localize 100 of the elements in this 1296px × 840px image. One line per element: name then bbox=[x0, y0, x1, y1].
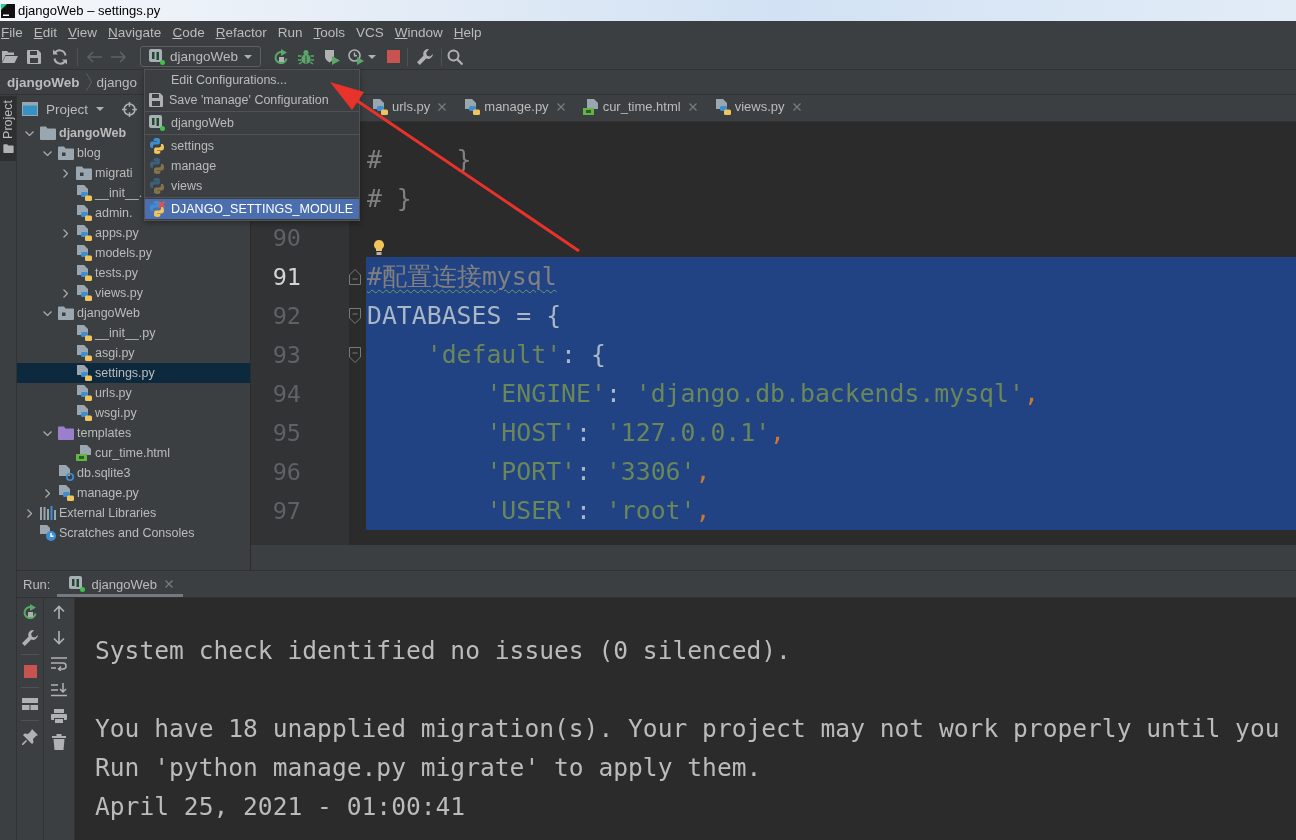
tree-item[interactable]: blog bbox=[39, 143, 104, 163]
chevron-icon[interactable] bbox=[62, 228, 68, 238]
menu-item[interactable]: File bbox=[1, 25, 23, 40]
run-config-selector[interactable]: djangoWeb bbox=[140, 46, 261, 67]
menu-item[interactable]: Refactor bbox=[215, 25, 267, 40]
bug-icon[interactable] bbox=[298, 48, 314, 65]
stop-icon[interactable] bbox=[23, 664, 37, 678]
tree-item[interactable]: cur_time.html bbox=[57, 443, 174, 463]
menu-item[interactable]: views bbox=[145, 176, 209, 196]
chevron-icon[interactable] bbox=[62, 288, 68, 298]
menu-item[interactable]: Run bbox=[277, 25, 303, 40]
editor-tab[interactable]: urls.py bbox=[363, 95, 456, 121]
tree-item[interactable]: asgi.py bbox=[57, 343, 138, 363]
editor-tab[interactable]: manage.py bbox=[455, 95, 574, 121]
trash-icon[interactable] bbox=[52, 734, 66, 750]
tree-item[interactable]: djangoWeb bbox=[39, 303, 143, 323]
menu-item[interactable]: DJANGO_SETTINGS_MODULE bbox=[145, 199, 359, 219]
crosshair-icon[interactable] bbox=[122, 101, 138, 117]
caret-icon bbox=[96, 107, 105, 111]
python-error-icon bbox=[149, 201, 165, 217]
tree-item[interactable]: wsgi.py bbox=[57, 403, 140, 423]
fold-marker-icon[interactable] bbox=[349, 268, 361, 285]
line-number: 91 bbox=[272, 261, 301, 292]
caret-icon bbox=[244, 54, 252, 59]
library-icon bbox=[40, 506, 56, 520]
view-selector[interactable]: Project bbox=[46, 101, 105, 117]
rerun-icon[interactable] bbox=[22, 604, 38, 620]
scroll-to-end-icon[interactable] bbox=[51, 683, 67, 697]
python-file-icon bbox=[58, 485, 74, 501]
tree-item[interactable]: External Libraries bbox=[21, 503, 160, 523]
editor-tab[interactable]: views.py bbox=[705, 95, 810, 121]
fold-marker-icon[interactable] bbox=[349, 346, 361, 363]
close-icon[interactable] bbox=[556, 102, 565, 111]
tree-item[interactable]: views.py bbox=[57, 283, 146, 303]
chevron-icon[interactable] bbox=[24, 130, 34, 136]
fold-marker-icon[interactable] bbox=[349, 307, 361, 324]
up-arrow-icon[interactable] bbox=[53, 605, 65, 619]
tree-item[interactable]: __init__. bbox=[57, 183, 146, 203]
save-icon[interactable] bbox=[27, 49, 41, 64]
open-folder-icon[interactable] bbox=[2, 50, 18, 63]
menu-item[interactable]: View bbox=[68, 25, 98, 40]
tree-item[interactable]: tests.py bbox=[57, 263, 142, 283]
chevron-icon[interactable] bbox=[42, 150, 52, 156]
caret-icon[interactable] bbox=[368, 54, 376, 59]
close-icon[interactable] bbox=[165, 580, 173, 588]
chevron-icon[interactable] bbox=[42, 310, 52, 316]
tree-item[interactable]: Scratches and Consoles bbox=[21, 523, 198, 543]
menu-item[interactable]: Edit bbox=[33, 25, 58, 40]
search-icon[interactable] bbox=[447, 48, 463, 65]
tree-item[interactable]: apps.py bbox=[57, 223, 142, 243]
tree-item[interactable]: admin. bbox=[57, 203, 136, 223]
wrench-icon[interactable] bbox=[22, 630, 38, 646]
close-icon[interactable] bbox=[688, 102, 697, 111]
close-icon[interactable] bbox=[438, 102, 447, 111]
tree-item[interactable]: db.sqlite3 bbox=[39, 463, 134, 483]
python-icon bbox=[149, 158, 165, 174]
clock-run-icon[interactable] bbox=[348, 48, 364, 65]
chevron-icon[interactable] bbox=[42, 430, 52, 436]
menu-item[interactable]: Help bbox=[453, 25, 482, 40]
chevron-icon[interactable] bbox=[44, 488, 50, 498]
down-arrow-icon[interactable] bbox=[53, 631, 65, 645]
wrench-icon[interactable] bbox=[417, 48, 433, 65]
close-icon[interactable] bbox=[792, 102, 801, 111]
menu-item[interactable]: Save 'manage' Configuration bbox=[145, 90, 335, 110]
app-icon bbox=[1, 3, 15, 18]
html-file-icon bbox=[582, 98, 599, 115]
menu-item[interactable]: Code bbox=[172, 25, 205, 40]
menu-item[interactable]: VCS bbox=[355, 25, 384, 40]
printer-icon[interactable] bbox=[51, 708, 67, 724]
menu-item[interactable]: Window bbox=[394, 25, 443, 40]
tree-item[interactable]: __init__.py bbox=[57, 323, 159, 343]
tree-item[interactable]: urls.py bbox=[57, 383, 135, 403]
tree-item[interactable]: djangoWeb bbox=[21, 123, 130, 143]
sync-icon[interactable] bbox=[52, 48, 68, 65]
menu-item[interactable]: djangoWeb bbox=[145, 113, 240, 133]
tree-item[interactable]: manage.py bbox=[39, 483, 142, 503]
pin-icon[interactable] bbox=[22, 729, 38, 745]
layout-icon[interactable] bbox=[22, 698, 38, 710]
tree-item[interactable]: migrati bbox=[57, 163, 136, 183]
tree-item[interactable]: templates bbox=[39, 423, 135, 443]
breadcrumb[interactable]: djangoWeb bbox=[7, 74, 80, 90]
chevron-icon[interactable] bbox=[62, 168, 68, 178]
save-icon bbox=[149, 93, 163, 107]
rerun-icon[interactable] bbox=[273, 48, 289, 65]
tree-item[interactable]: settings.py bbox=[17, 363, 250, 383]
breadcrumb[interactable]: django bbox=[96, 74, 138, 90]
tree-item[interactable]: models.py bbox=[57, 243, 155, 263]
chevron-icon[interactable] bbox=[26, 508, 32, 518]
lightbulb-icon[interactable] bbox=[374, 240, 384, 255]
menu-item[interactable]: settings bbox=[145, 136, 221, 156]
menu-item[interactable]: Tools bbox=[313, 25, 345, 40]
shield-run-icon[interactable] bbox=[324, 48, 340, 65]
menu-item[interactable]: Edit Configurations... bbox=[145, 70, 294, 90]
soft-wrap-icon[interactable] bbox=[51, 657, 67, 671]
editor-tab[interactable]: cur_time.html bbox=[573, 95, 706, 121]
menu-item[interactable]: Navigate bbox=[108, 25, 162, 40]
run-config-icon bbox=[149, 48, 165, 65]
menu-item[interactable]: manage bbox=[145, 156, 223, 176]
tool-window-button[interactable]: Project bbox=[0, 96, 16, 161]
python-file-icon bbox=[372, 98, 388, 115]
